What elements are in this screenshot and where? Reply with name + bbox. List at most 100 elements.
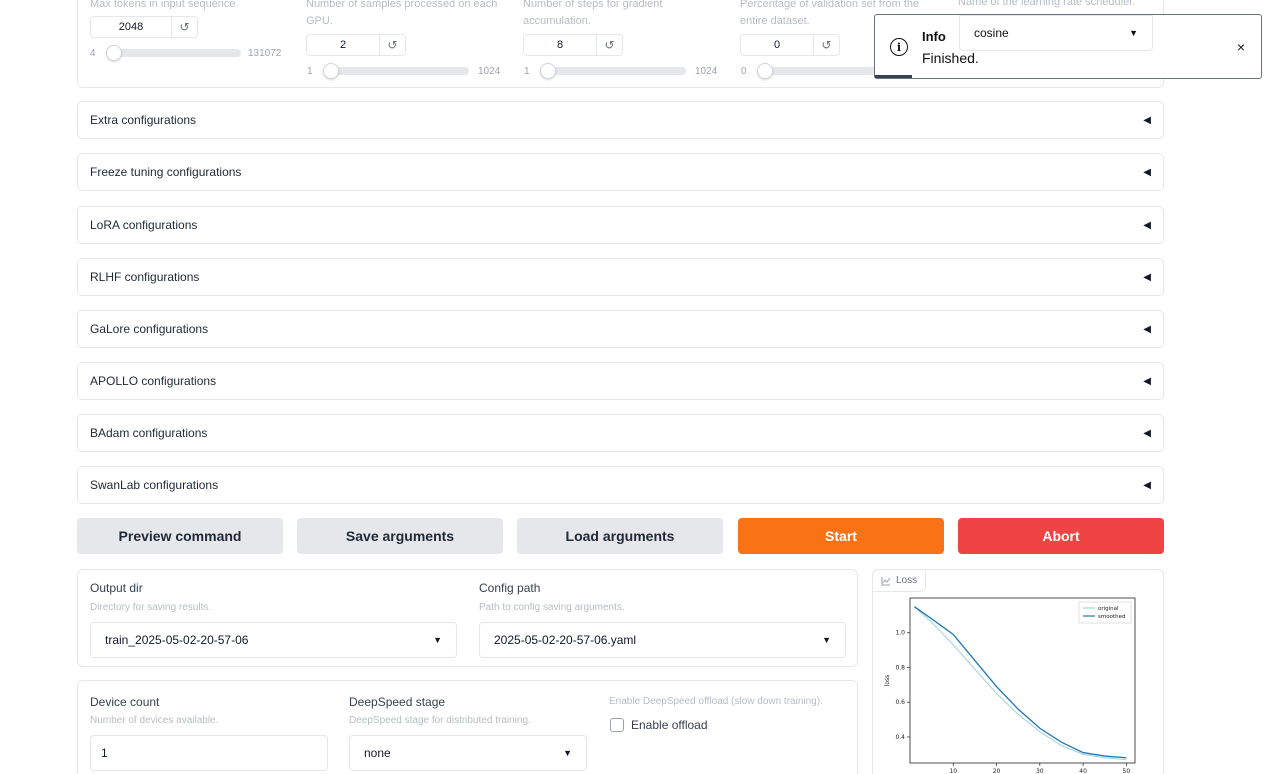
- info-icon: i: [890, 38, 908, 56]
- batch-size-desc-line2: GPU.: [306, 15, 333, 27]
- accordion-label: RLHF configurations: [90, 270, 200, 284]
- accordion-label: SwanLab configurations: [90, 478, 219, 492]
- load-arguments-button[interactable]: Load arguments: [517, 518, 723, 554]
- start-button[interactable]: Start: [738, 518, 944, 554]
- x-tick-label: 40: [1079, 768, 1087, 774]
- x-tick-label: 20: [993, 768, 1001, 774]
- cutoff-len-slider-thumb[interactable]: [106, 45, 122, 61]
- lr-scheduler-desc: Name of the learning rate scheduler.: [958, 0, 1136, 8]
- reset-icon[interactable]: ↺: [596, 35, 622, 55]
- output-dir-desc: Directory for saving results.: [90, 602, 212, 613]
- accordion-lora[interactable]: LoRA configurations ◀: [77, 206, 1164, 244]
- accordion-label: BAdam configurations: [90, 426, 208, 440]
- batch-size-slider[interactable]: [323, 67, 469, 75]
- chart-icon: [881, 576, 891, 585]
- enable-offload-label[interactable]: Enable offload: [631, 718, 708, 732]
- slider-max: 1024: [695, 66, 718, 77]
- deepspeed-stage-value: none: [364, 746, 391, 760]
- toast-message: Finished.: [922, 50, 979, 66]
- deepspeed-stage-select[interactable]: none ▼: [349, 735, 587, 771]
- collapse-arrow-icon: ◀: [1143, 479, 1151, 491]
- slider-min: 1: [524, 66, 530, 77]
- val-size-desc-line1: Percentage of validation set from the: [740, 0, 920, 10]
- batch-size-desc: Number of samples processed on each GPU.: [306, 0, 497, 30]
- x-tick-label: 10: [949, 768, 957, 774]
- batch-size-slider-thumb[interactable]: [323, 63, 339, 79]
- grad-accum-desc-line1: Number of steps for gradient: [523, 0, 663, 10]
- legend-label: smoothed: [1098, 614, 1125, 620]
- config-path-select[interactable]: 2025-05-02-20-57-06.yaml ▼: [479, 622, 846, 658]
- accordion-extra[interactable]: Extra configurations ◀: [77, 101, 1164, 139]
- grad-accum-desc-line2: accumulation.: [523, 15, 591, 27]
- slider-max: 131072: [248, 48, 282, 59]
- val-size-slider-thumb[interactable]: [757, 63, 773, 79]
- cutoff-len-value: 2048: [118, 21, 144, 33]
- collapse-arrow-icon: ◀: [1143, 375, 1151, 387]
- legend-label: original: [1098, 606, 1119, 612]
- slider-min: 0: [741, 66, 747, 77]
- reset-icon[interactable]: ↺: [379, 35, 405, 55]
- accordion-rlhf[interactable]: RLHF configurations ◀: [77, 258, 1164, 296]
- grad-accum-slider[interactable]: [540, 67, 686, 75]
- device-count-value: 1: [101, 746, 108, 760]
- collapse-arrow-icon: ◀: [1143, 323, 1151, 335]
- reset-icon[interactable]: ↺: [171, 17, 197, 37]
- slider-min: 1: [307, 66, 313, 77]
- collapse-arrow-icon: ◀: [1143, 219, 1151, 231]
- accordion-label: Extra configurations: [90, 113, 197, 127]
- cutoff-len-desc: Max tokens in input sequence.: [90, 0, 239, 10]
- y-tick-label: 0.6: [895, 699, 905, 706]
- accordion-freeze[interactable]: Freeze tuning configurations ◀: [77, 153, 1164, 191]
- offload-desc: Enable DeepSpeed offload (slow down trai…: [609, 696, 823, 707]
- loss-chart: 10 20 30 40 50 0.4 0.6 0.8 1.0 loss original smooth…: [884, 597, 1136, 774]
- grad-accum-input[interactable]: 8 ↺: [523, 34, 623, 56]
- batch-size-input[interactable]: 2 ↺: [306, 34, 406, 56]
- device-panel: Device count Number of devices available…: [77, 680, 858, 774]
- output-dir-value: train_2025-05-02-20-57-06: [105, 633, 249, 647]
- toast-progress-bar: [875, 75, 912, 78]
- device-count-field[interactable]: 1: [90, 735, 328, 771]
- lr-scheduler-select[interactable]: cosine ▼: [959, 15, 1153, 51]
- reset-icon[interactable]: ↺: [813, 35, 839, 55]
- chevron-down-icon: ▼: [563, 748, 572, 758]
- x-tick-label: 50: [1123, 768, 1131, 774]
- accordion-apollo[interactable]: APOLLO configurations ◀: [77, 362, 1164, 400]
- deepspeed-stage-label: DeepSpeed stage: [349, 695, 446, 709]
- chevron-down-icon: ▼: [822, 635, 831, 645]
- grad-accum-slider-thumb[interactable]: [540, 63, 556, 79]
- config-path-label: Config path: [479, 581, 541, 595]
- abort-button[interactable]: Abort: [958, 518, 1164, 554]
- collapse-arrow-icon: ◀: [1143, 114, 1151, 126]
- y-axis-label: loss: [884, 675, 891, 687]
- accordion-label: LoRA configurations: [90, 218, 198, 232]
- info-toast: cosine ▼ i Info Finished. ×: [874, 14, 1262, 79]
- config-path-value: 2025-05-02-20-57-06.yaml: [494, 633, 637, 647]
- accordion-label: Freeze tuning configurations: [90, 165, 242, 179]
- val-size-input[interactable]: 0 ↺: [740, 34, 840, 56]
- slider-min: 4: [90, 48, 96, 59]
- collapse-arrow-icon: ◀: [1143, 271, 1151, 283]
- x-tick-label: 30: [1036, 768, 1044, 774]
- accordion-badam[interactable]: BAdam configurations ◀: [77, 414, 1164, 452]
- lr-scheduler-value: cosine: [974, 26, 1009, 40]
- batch-size-value: 2: [339, 39, 347, 51]
- cutoff-len-input[interactable]: 2048 ↺: [90, 16, 198, 38]
- loss-tab-label: Loss: [896, 575, 918, 586]
- y-tick-label: 1.0: [895, 630, 905, 637]
- loss-plot-panel: Loss 10 20 30 40 50 0.4 0.6 0.8 1.0 loss original s…: [872, 569, 1164, 774]
- toast-title: Info: [922, 29, 946, 44]
- preview-command-button[interactable]: Preview command: [77, 518, 283, 554]
- val-size-value: 0: [773, 39, 781, 51]
- chevron-down-icon: ▼: [1129, 28, 1138, 38]
- batch-size-desc-line1: Number of samples processed on each: [306, 0, 498, 10]
- accordion-swanlab[interactable]: SwanLab configurations ◀: [77, 466, 1164, 504]
- close-icon[interactable]: ×: [1237, 39, 1245, 55]
- accordion-galore[interactable]: GaLore configurations ◀: [77, 310, 1164, 348]
- save-arguments-button[interactable]: Save arguments: [297, 518, 503, 554]
- enable-offload-checkbox[interactable]: [610, 718, 624, 732]
- output-dir-select[interactable]: train_2025-05-02-20-57-06 ▼: [90, 622, 457, 658]
- device-count-desc: Number of devices available.: [90, 715, 219, 726]
- collapse-arrow-icon: ◀: [1143, 166, 1151, 178]
- cutoff-len-slider[interactable]: [106, 49, 241, 57]
- loss-tab[interactable]: Loss: [873, 570, 927, 592]
